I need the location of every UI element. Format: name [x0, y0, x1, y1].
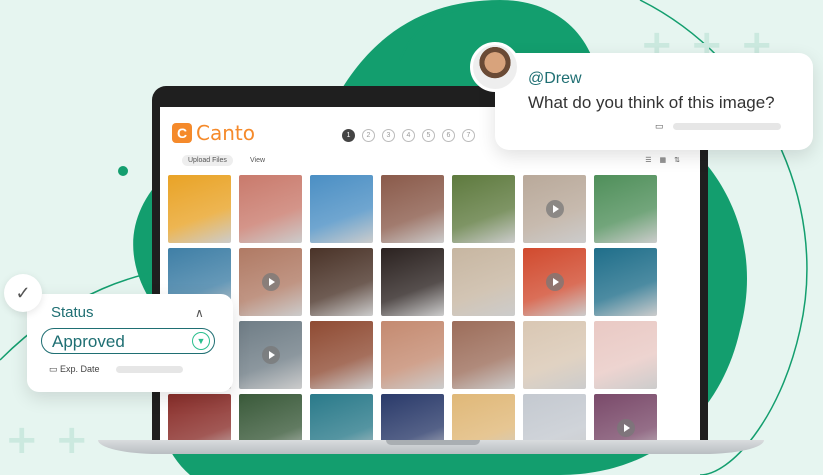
laptop-notch [386, 440, 480, 445]
list-view-icon[interactable]: ☰ [645, 156, 651, 164]
asset-thumbnail[interactable] [523, 394, 586, 441]
upload-files-button[interactable]: Upload Files [182, 155, 233, 166]
step-2[interactable]: 2 [362, 129, 375, 142]
asset-thumbnail[interactable] [381, 394, 444, 441]
step-indicator: 1 2 3 4 5 6 7 [342, 129, 475, 142]
chevron-up-icon[interactable]: ∧ [195, 306, 204, 320]
asset-thumbnail[interactable] [239, 321, 302, 389]
asset-thumbnail[interactable] [310, 175, 373, 243]
grid-view-icon[interactable]: ▦ [660, 156, 667, 164]
asset-thumbnail[interactable] [594, 321, 657, 389]
asset-thumbnail[interactable] [310, 248, 373, 316]
accent-dot [118, 166, 128, 176]
asset-thumbnail[interactable] [452, 175, 515, 243]
asset-thumbnail[interactable] [452, 248, 515, 316]
asset-thumbnail[interactable] [594, 175, 657, 243]
asset-thumbnail[interactable] [523, 175, 586, 243]
status-select[interactable]: Approved ▼ [41, 328, 215, 354]
asset-thumbnail[interactable] [239, 175, 302, 243]
exp-date-label: ▭ Exp. Date [49, 364, 100, 375]
step-7[interactable]: 7 [462, 129, 475, 142]
step-3[interactable]: 3 [382, 129, 395, 142]
logo-text: Canto [196, 121, 255, 145]
play-icon[interactable] [616, 419, 635, 437]
view-button[interactable]: View [250, 157, 265, 164]
asset-grid [168, 175, 657, 441]
comment-username[interactable]: @Drew [528, 70, 582, 88]
asset-thumbnail[interactable] [310, 394, 373, 441]
asset-thumbnail[interactable] [594, 394, 657, 441]
play-icon[interactable] [545, 200, 564, 218]
asset-thumbnail[interactable] [594, 248, 657, 316]
asset-thumbnail[interactable] [168, 394, 231, 441]
asset-thumbnail[interactable] [381, 175, 444, 243]
canto-logo-icon: C [172, 123, 192, 143]
step-6[interactable]: 6 [442, 129, 455, 142]
comment-text: What do you think of this image? [528, 93, 775, 112]
play-icon[interactable] [545, 273, 564, 291]
exp-date-text: Exp. Date [60, 364, 100, 374]
step-5[interactable]: 5 [422, 129, 435, 142]
asset-thumbnail[interactable] [310, 321, 373, 389]
asset-thumbnail[interactable] [239, 248, 302, 316]
status-label: Status [51, 304, 94, 321]
status-card: Status ∧ Approved ▼ ▭ Exp. Date [27, 294, 233, 392]
laptop-screen: C Canto 1 2 3 4 5 6 7 Upload Files View … [160, 107, 700, 441]
asset-thumbnail[interactable] [168, 175, 231, 243]
sort-icon[interactable]: ⇅ [674, 156, 680, 164]
status-value: Approved [52, 332, 125, 351]
comment-card: @Drew What do you think of this image? ▭ [495, 53, 813, 150]
calendar-icon: ▭ [655, 121, 664, 131]
calendar-icon: ▭ [49, 364, 61, 374]
plus-decoration: + [55, 417, 89, 463]
canto-logo[interactable]: C Canto [172, 121, 255, 145]
step-1[interactable]: 1 [342, 129, 355, 142]
checkmark-icon: ✓ [4, 274, 42, 312]
play-icon[interactable] [261, 273, 280, 291]
avatar[interactable] [470, 42, 520, 92]
comment-date-placeholder [673, 123, 781, 130]
view-controls: ☰ ▦ ⇅ [645, 156, 680, 164]
asset-thumbnail[interactable] [381, 248, 444, 316]
asset-thumbnail[interactable] [523, 248, 586, 316]
asset-thumbnail[interactable] [239, 394, 302, 441]
toolbar: Upload Files View ☰ ▦ ⇅ [168, 155, 688, 169]
asset-thumbnail[interactable] [381, 321, 444, 389]
exp-date-placeholder [116, 366, 183, 373]
asset-thumbnail[interactable] [523, 321, 586, 389]
asset-thumbnail[interactable] [452, 394, 515, 441]
chevron-down-icon[interactable]: ▼ [192, 332, 210, 350]
play-icon[interactable] [261, 346, 280, 364]
plus-decoration: + [5, 417, 39, 463]
step-4[interactable]: 4 [402, 129, 415, 142]
asset-thumbnail[interactable] [452, 321, 515, 389]
